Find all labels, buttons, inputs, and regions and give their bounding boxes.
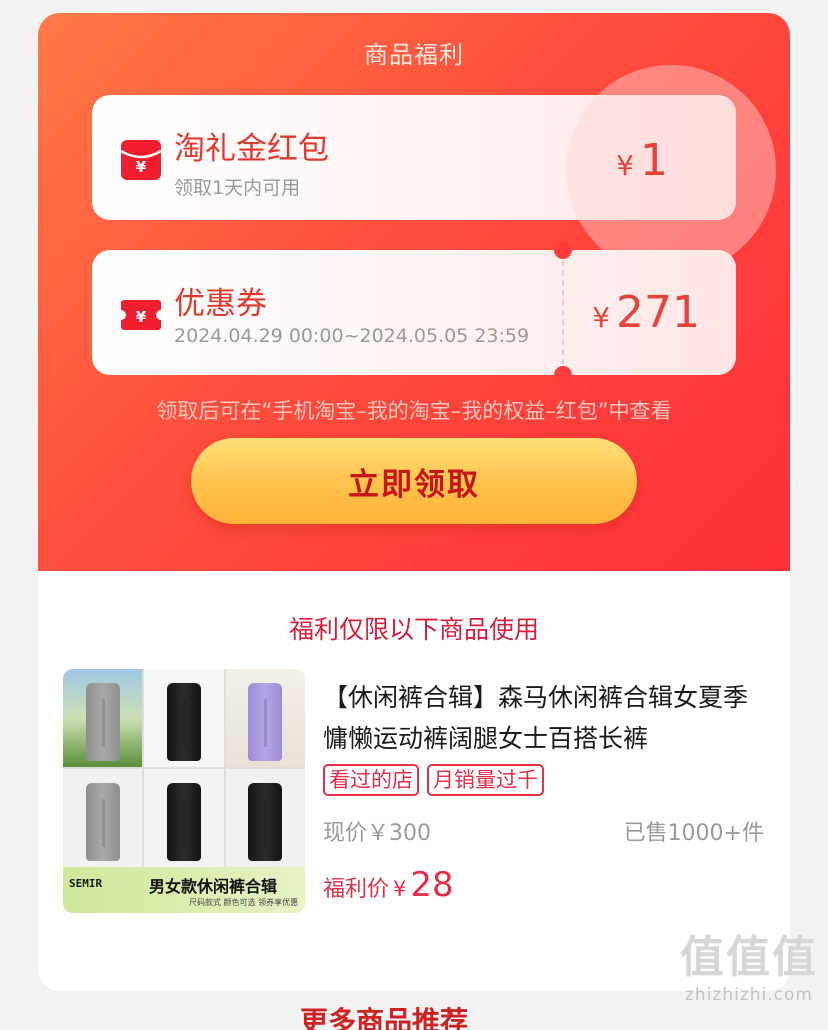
product-image-banner: SEMIR 男女款休闲裤合辑 尺码款式 颜色可选 领券享优惠 [63,867,305,913]
applicable-products-title: 福利仅限以下商品使用 [288,615,539,644]
coupon-title: 优惠券 [174,286,267,322]
coupon-title: 淘礼金红包 [174,131,329,167]
coupon-amount: ¥1 [616,135,668,186]
coupon-validity: 领取1天内可用 [174,177,301,199]
collage-cell [225,769,305,867]
discount-coupon[interactable]: ¥ 优惠券 2024.04.29 00:00~2024.05.05 23:59 … [92,241,736,384]
product-tags: 看过的店 月销量过千 [323,764,544,796]
welfare-currency: ¥ [393,877,407,901]
coupon-validity: 2024.04.29 00:00~2024.05.05 23:59 [174,325,530,347]
coupon-divider [562,260,564,365]
watermark-url: zhizhizhi.com [685,985,813,1005]
product-title[interactable]: 【休闲裤合辑】森马休闲裤合辑女夏季慵懒运动裤阔腿女士百搭长裤 [323,677,763,759]
coupon-ticket-icon: ¥ [121,300,161,330]
welfare-card: 商品福利 ¥ 淘礼金红包 领取1天内可用 ¥1 ¥ 优惠券 2024.04.29… [38,13,790,991]
welfare-price: 福利价 ¥28 [323,865,454,905]
taolijin-red-packet-coupon[interactable]: ¥ 淘礼金红包 领取1天内可用 ¥1 [92,65,776,275]
sold-count: 已售1000+件 [623,821,764,846]
red-envelope-icon: ¥ [120,140,162,180]
banner-subtitle: 尺码款式 颜色可选 领券享优惠 [189,898,299,907]
product-image[interactable]: SEMIR 男女款休闲裤合辑 尺码款式 颜色可选 领券享优惠 [63,669,305,913]
banner-title: 男女款休闲裤合辑 [149,877,278,896]
collage-cell [63,769,143,867]
collage-cell [144,669,224,767]
brand-logo: SEMIR [69,877,103,890]
currency-symbol: ¥ [616,149,634,182]
tag-monthly-sales: 月销量过千 [427,764,544,796]
current-price: 现价￥300 [323,821,431,846]
claim-now-button[interactable]: 立即领取 [191,438,637,524]
coupon-amount: ¥271 [592,287,700,338]
site-watermark: 值值值 zhizhizhi.com [680,921,818,1005]
decorative-circle [566,65,776,275]
collage-cell [144,769,224,867]
product-image-collage [63,669,305,867]
coupon-notch-top [554,241,572,259]
collage-cell [225,669,305,767]
amount-value: 1 [640,135,668,186]
svg-text:¥: ¥ [136,158,147,176]
svg-text:¥: ¥ [136,308,147,326]
tag-visited-shop: 看过的店 [323,764,419,796]
welfare-price-value: 28 [410,865,454,905]
coupon-notch-bottom [554,366,572,384]
watermark-glyphs: 值值值 [680,932,818,983]
collage-cell [63,669,143,767]
welfare-header-panel: 商品福利 ¥ 淘礼金红包 领取1天内可用 ¥1 ¥ 优惠券 2024.04.29… [38,13,790,571]
next-section-title: 更多商品推荐 [300,1005,469,1030]
currency-symbol: ¥ [592,301,611,334]
welfare-price-label: 福利价 [323,877,390,902]
claim-tip: 领取后可在“手机淘宝–我的淘宝–我的权益–红包”中查看 [156,399,672,423]
amount-value: 271 [616,287,700,338]
